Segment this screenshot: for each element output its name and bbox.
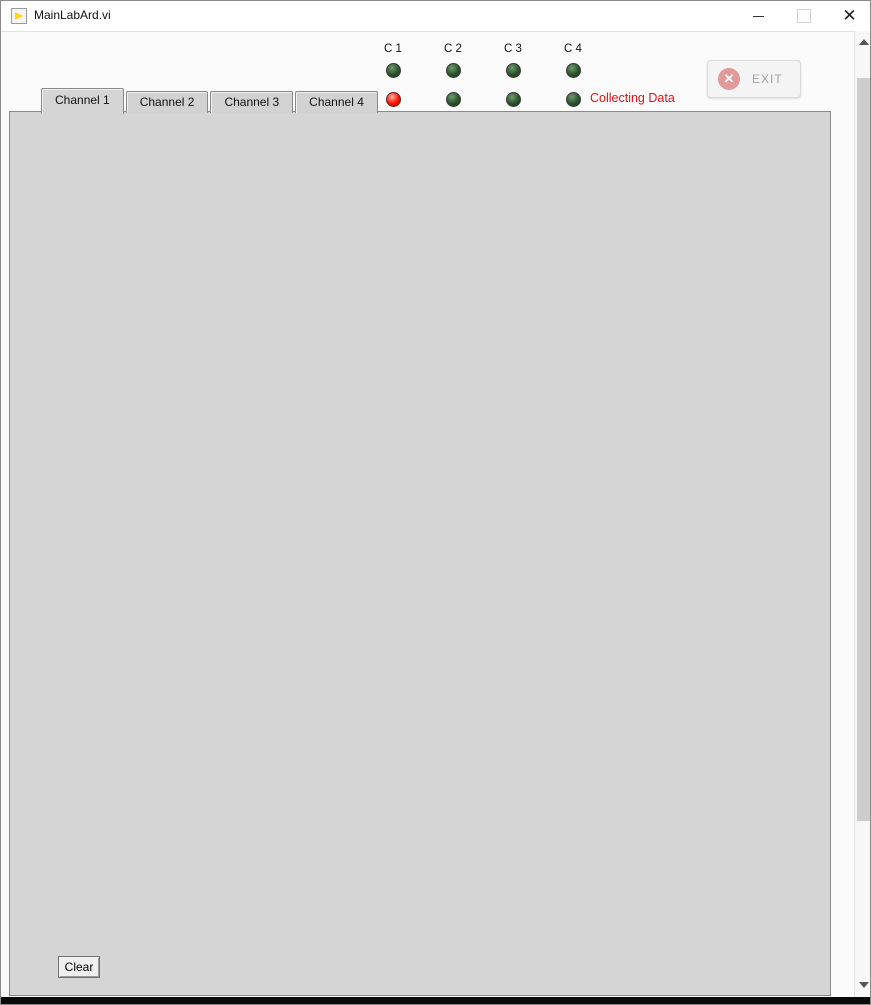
green-led-icon bbox=[506, 92, 521, 107]
scroll-down-icon[interactable] bbox=[858, 979, 870, 991]
red-led-icon bbox=[386, 92, 401, 107]
channel-label: C 1 bbox=[384, 43, 402, 55]
bottom-strip bbox=[1, 997, 871, 1005]
green-led-icon bbox=[506, 63, 521, 78]
tab-channel-2[interactable]: Channel 2 bbox=[126, 91, 209, 113]
green-led-icon bbox=[566, 92, 581, 107]
scrollbar-thumb[interactable] bbox=[857, 78, 871, 821]
channel-1-page bbox=[9, 111, 831, 996]
channel-indicator: C 3 bbox=[483, 43, 543, 107]
title-bar: MainLabArd.vi ✕ bbox=[1, 1, 870, 32]
tab-channel-1[interactable]: Channel 1 bbox=[41, 88, 124, 114]
channel-label: C 2 bbox=[444, 43, 462, 55]
exit-button[interactable]: ✕ EXIT bbox=[707, 60, 801, 98]
channel-indicators: C 1 C 2 C 3 C 4 bbox=[363, 43, 603, 107]
green-led-icon bbox=[446, 63, 461, 78]
channel-label: C 4 bbox=[564, 43, 582, 55]
maximize-button[interactable] bbox=[781, 1, 826, 31]
scroll-up-icon[interactable] bbox=[858, 36, 870, 48]
labview-app-icon bbox=[11, 8, 27, 24]
close-button[interactable]: ✕ bbox=[827, 1, 871, 31]
exit-label: EXIT bbox=[752, 72, 783, 86]
clear-button[interactable]: Clear bbox=[58, 956, 100, 978]
tab-channel-4[interactable]: Channel 4 bbox=[295, 91, 378, 113]
green-led-icon bbox=[446, 92, 461, 107]
window-title: MainLabArd.vi bbox=[34, 8, 111, 22]
vertical-scrollbar[interactable] bbox=[854, 31, 871, 997]
collecting-data-label: Collecting Data bbox=[590, 91, 675, 105]
green-led-icon bbox=[386, 63, 401, 78]
exit-icon: ✕ bbox=[718, 68, 740, 90]
channel-label: C 3 bbox=[504, 43, 522, 55]
green-led-icon bbox=[566, 63, 581, 78]
channel-indicator: C 2 bbox=[423, 43, 483, 107]
tab-strip: Channel 1Channel 2Channel 3Channel 4 bbox=[41, 88, 380, 113]
minimize-button[interactable] bbox=[736, 1, 781, 31]
labview-window: MainLabArd.vi ✕ C 1 C 2 C 3 C 4 Collecting … bbox=[0, 0, 871, 1005]
tab-channel-3[interactable]: Channel 3 bbox=[210, 91, 293, 113]
